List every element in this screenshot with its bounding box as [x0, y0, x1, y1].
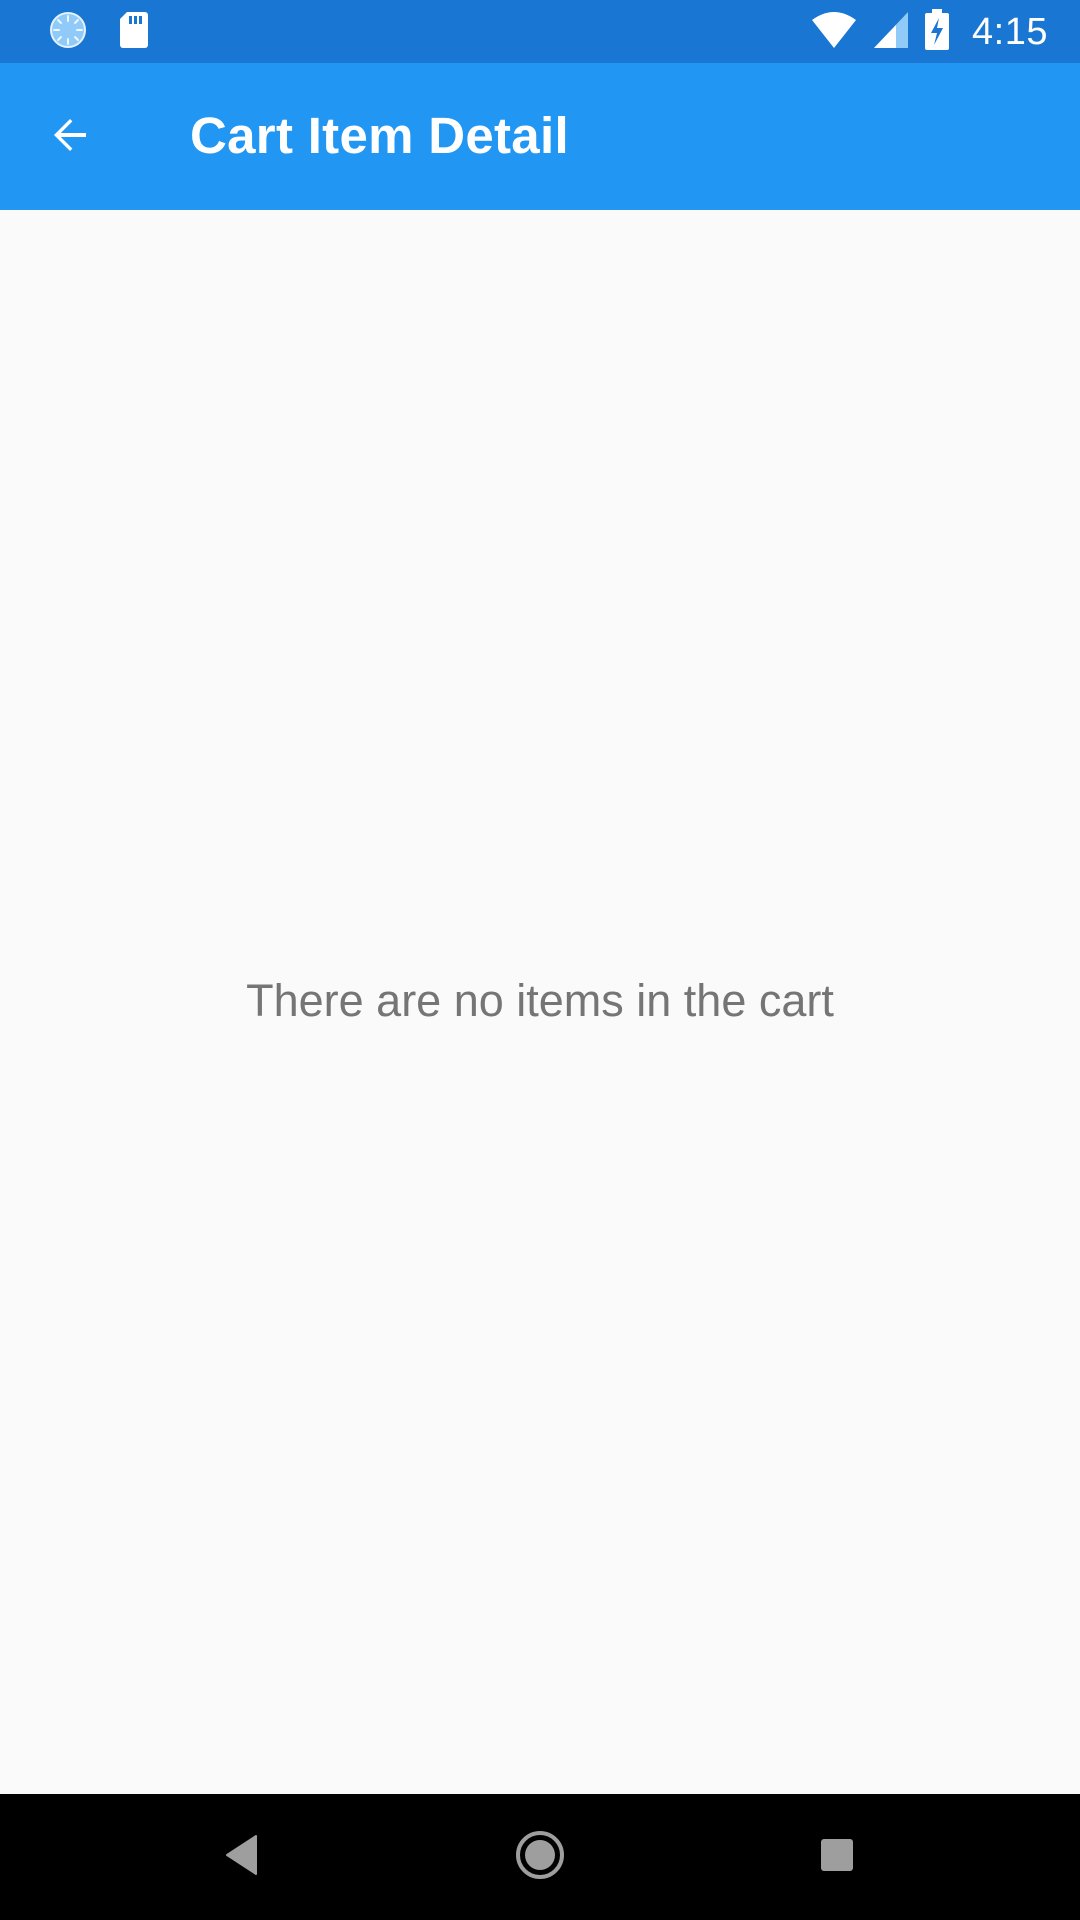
- app-screen: 4:15 Cart Item Detail There are no items…: [0, 0, 1080, 1920]
- sd-card-icon: [118, 10, 150, 55]
- home-circle-icon: [514, 1829, 566, 1886]
- status-time: 4:15: [972, 10, 1048, 53]
- status-bar-left-icons: [48, 10, 150, 54]
- sync-icon: [48, 10, 88, 55]
- system-nav-bar: [0, 1794, 1080, 1920]
- status-bar: 4:15: [0, 0, 1080, 63]
- wifi-icon: [810, 10, 858, 55]
- nav-back-button[interactable]: [206, 1821, 278, 1893]
- nav-home-button[interactable]: [504, 1821, 576, 1893]
- empty-cart-message: There are no items in the cart: [246, 975, 834, 1026]
- back-triangle-icon: [222, 1833, 262, 1882]
- app-bar: Cart Item Detail: [0, 63, 1080, 210]
- recents-square-icon: [819, 1837, 855, 1878]
- page-title: Cart Item Detail: [190, 107, 569, 164]
- arrow-back-icon: [46, 111, 94, 164]
- status-bar-right-icons: 4:15: [810, 8, 1048, 56]
- back-button[interactable]: [32, 99, 108, 175]
- nav-recents-button[interactable]: [801, 1821, 873, 1893]
- cell-signal-icon: [872, 10, 910, 55]
- cart-content: There are no items in the cart: [0, 210, 1080, 1794]
- battery-charging-icon: [924, 8, 950, 56]
